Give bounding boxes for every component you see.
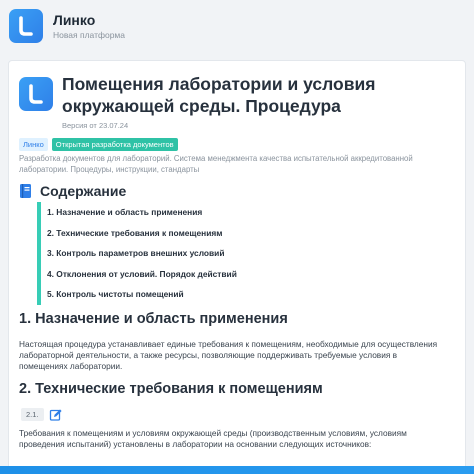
toc-item-5[interactable]: 5. Контроль чистоты помещений [37, 284, 337, 305]
document-card: Помещения лаборатории и условия окружающ… [8, 60, 466, 474]
app-name[interactable]: Линко [53, 12, 125, 28]
toc-header: Содержание [19, 183, 126, 199]
item-number-badge: 2.1. [21, 408, 44, 421]
toc-item-1[interactable]: 1. Назначение и область применения [37, 202, 337, 223]
linko-logo-icon[interactable] [9, 9, 43, 43]
app-title-block: Линко Новая платформа [53, 12, 125, 40]
book-icon [20, 184, 31, 198]
edit-icon[interactable] [49, 408, 63, 422]
app-header: Линко Новая платформа [0, 0, 474, 52]
document-logo-icon [19, 77, 53, 111]
toc-item-2[interactable]: 2. Технические требования к помещениям [37, 222, 337, 243]
document-title-block: Помещения лаборатории и условия окружающ… [62, 73, 442, 130]
section-1-text: Настоящая процедура устанавливает единые… [19, 339, 438, 371]
bottom-bar [0, 466, 474, 474]
section-2-text: Требования к помещениям и условиям окруж… [19, 428, 407, 449]
section-2-title: 2. Технические требования к помещениям [19, 381, 323, 397]
toc-item-4[interactable]: 4. Отклонения от условий. Порядок действ… [37, 263, 337, 284]
app-tagline: Новая платформа [53, 30, 125, 40]
page-title: Помещения лаборатории и условия окружающ… [62, 74, 376, 116]
tag-linko[interactable]: Линко [19, 138, 48, 151]
tag-open-development[interactable]: Открытая разработка документов [51, 138, 178, 151]
document-header: Помещения лаборатории и условия окружающ… [19, 73, 442, 130]
document-version: Версия от 23.07.24 [62, 121, 129, 130]
toc-item-3[interactable]: 3. Контроль параметров внешних условий [37, 243, 337, 264]
toc-title: Содержание [40, 183, 127, 199]
toc-list: 1. Назначение и область применения 2. Те… [37, 202, 337, 305]
document-tags: Линко Открытая разработка документов [19, 138, 178, 151]
document-description: Разработка документов для лабораторий. С… [19, 154, 413, 174]
section-1-title: 1. Назначение и область применения [19, 311, 288, 327]
